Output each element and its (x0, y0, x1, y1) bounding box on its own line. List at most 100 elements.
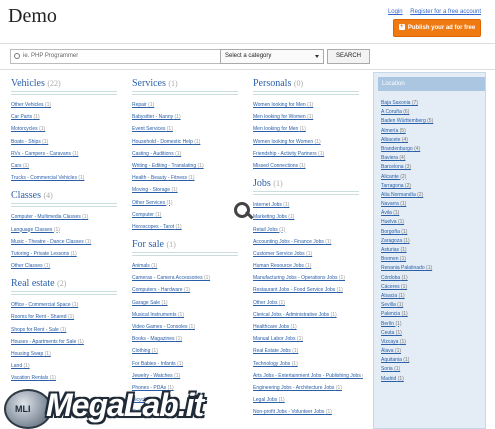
subcategory-link[interactable]: Boats - Ships (1) (11, 136, 121, 148)
subcategory-link[interactable]: Human Resource Jobs (1) (253, 260, 363, 272)
subcategory-link[interactable]: Moving - Storage (1) (132, 184, 242, 196)
subcategory-link[interactable]: Trucks - Commercial Vehicles (1) (11, 172, 121, 184)
subcategory-link[interactable]: For Babies - Infants (1) (132, 358, 242, 370)
subcategory-link[interactable]: Manufacturing Jobs - Operations Jobs (1) (253, 272, 363, 284)
location-item[interactable]: Alicante (2) (381, 173, 481, 182)
subcategory-link[interactable]: Other Vehicles (1) (11, 99, 121, 111)
subcategory-link[interactable]: Missed Connections (1) (253, 160, 363, 172)
subcategory-link[interactable]: Horoscopes - Tarot (1) (132, 221, 242, 233)
login-link[interactable]: Login (388, 9, 403, 15)
subcategory-link[interactable]: Non-profit Jobs - Volunteer Jobs (1) (253, 406, 363, 418)
subcategory-link[interactable]: Technology Jobs (1) (253, 358, 363, 370)
subcategory-link[interactable]: Household - Domestic Help (1) (132, 136, 242, 148)
subcategory-link[interactable]: Customer Service Jobs (1) (253, 248, 363, 260)
search-button[interactable]: SEARCH (327, 49, 370, 64)
location-item[interactable]: Álava (1) (381, 347, 481, 356)
subcategory-link[interactable]: Men looking for Women (1) (253, 111, 363, 123)
location-item[interactable]: Berlín (1) (381, 320, 481, 329)
subcategory-link[interactable]: Accounting Jobs - Finance Jobs (1) (253, 236, 363, 248)
location-item[interactable]: Renania Palatinado (1) (381, 264, 481, 273)
location-item[interactable]: Palencia (1) (381, 310, 481, 319)
subcategory-link[interactable]: Babysitter - Nanny (1) (132, 111, 242, 123)
location-item[interactable]: Huelva (1) (381, 218, 481, 227)
subcategory-link[interactable]: Jewelry - Watches (1) (132, 370, 242, 382)
location-item[interactable]: Baden Württemberg (5) (381, 117, 481, 126)
location-item[interactable]: Cáceres (1) (381, 283, 481, 292)
publish-ad-button[interactable]: + Publish your ad for free (393, 19, 481, 37)
subcategory-link[interactable]: Retail Jobs (1) (253, 224, 363, 236)
site-logo[interactable]: Demo (8, 5, 57, 28)
subcategory-link[interactable]: Computers - Hardware (1) (132, 284, 242, 296)
register-link[interactable]: Register for a free account (410, 9, 481, 15)
subcategory-link[interactable]: Event Services (1) (132, 123, 242, 135)
subcategory-link[interactable]: Cars (1) (11, 160, 121, 172)
location-item[interactable]: Almería (5) (381, 127, 481, 136)
subcategory-link[interactable]: Other Jobs (1) (253, 297, 363, 309)
subcategory-link[interactable]: Marketing Jobs (1) (253, 211, 363, 223)
subcategory-link[interactable]: Computer (1) (132, 209, 242, 221)
category-select[interactable]: Select a category (220, 49, 324, 64)
location-item[interactable]: Madrid (1) (381, 375, 481, 384)
location-item[interactable]: Bremen (1) (381, 255, 481, 264)
subcategory-link[interactable]: Motorcycles (1) (11, 123, 121, 135)
location-item[interactable]: Ceuta (1) (381, 329, 481, 338)
subcategory-link[interactable]: Language Classes (1) (11, 224, 121, 236)
subcategory-link[interactable]: Healthcare Jobs (1) (253, 321, 363, 333)
subcategory-link[interactable]: Clerical Jobs - Administrative Jobs (1) (253, 309, 363, 321)
location-item[interactable]: Navarra (1) (381, 200, 481, 209)
subcategory-link[interactable]: RVs - Campers - Caravans (1) (11, 148, 121, 160)
subcategory-link[interactable]: Other Services (1) (132, 197, 242, 209)
subcategory-link[interactable]: Health - Beauty - Fitness (1) (132, 172, 242, 184)
subcategory-link[interactable]: Legal Jobs (1) (253, 394, 363, 406)
subcategory-link[interactable]: Repair (1) (132, 99, 242, 111)
category-title[interactable]: Personals (0) (253, 78, 363, 89)
category-title[interactable]: For sale (1) (132, 239, 242, 250)
location-item[interactable]: Albacete (4) (381, 136, 481, 145)
subcategory-link[interactable]: Clothing (1) (132, 345, 242, 357)
subcategory-link[interactable]: Cameras - Camera Accessories (1) (132, 272, 242, 284)
subcategory-link[interactable]: Restaurant Jobs - Food Service Jobs (1) (253, 284, 363, 296)
location-item[interactable]: Vizcaya (1) (381, 338, 481, 347)
location-item[interactable]: Baja Saxonia (7) (381, 99, 481, 108)
subcategory-link[interactable]: Rooms for Rent - Shared (1) (11, 311, 121, 323)
subcategory-link[interactable]: Computer - Multimedia Classes (1) (11, 211, 121, 223)
category-title[interactable]: Jobs (1) (253, 178, 363, 189)
subcategory-link[interactable]: Women looking for Women (1) (253, 136, 363, 148)
location-item[interactable]: Baviera (4) (381, 154, 481, 163)
subcategory-link[interactable]: Land (1) (11, 360, 121, 372)
subcategory-link[interactable]: Manual Labor Jobs (1) (253, 333, 363, 345)
category-title[interactable]: Services (1) (132, 78, 242, 89)
subcategory-link[interactable]: Tutoring - Private Lessons (1) (11, 248, 121, 260)
location-item[interactable]: Barcelona (3) (381, 163, 481, 172)
subcategory-link[interactable]: Video Games - Consoles (1) (132, 321, 242, 333)
subcategory-link[interactable]: Vacation Rentals (1) (11, 372, 121, 384)
location-item[interactable]: Zaragoza (1) (381, 237, 481, 246)
subcategory-link[interactable]: Writing - Editing - Translating (1) (132, 160, 242, 172)
subcategory-link[interactable]: Garage Sale (1) (132, 297, 242, 309)
location-item[interactable]: Córdoba (1) (381, 274, 481, 283)
subcategory-link[interactable]: Engineering Jobs - Architecture Jobs (1) (253, 382, 363, 394)
category-title[interactable]: Vehicles (22) (11, 78, 121, 89)
location-item[interactable]: Alsacia (1) (381, 292, 481, 301)
subcategory-link[interactable]: Friendship - Activity Partners (1) (253, 148, 363, 160)
location-item[interactable]: Tarragona (2) (381, 182, 481, 191)
subcategory-link[interactable]: Other Classes (1) (11, 260, 121, 272)
subcategory-link[interactable]: Casting - Auditions (1) (132, 148, 242, 160)
subcategory-link[interactable]: Musical Instruments (1) (132, 309, 242, 321)
subcategory-link[interactable]: Houses - Apartments for Sale (1) (11, 336, 121, 348)
search-input[interactable]: ie. PHP Programmer (10, 49, 224, 64)
subcategory-link[interactable]: Car Parts (1) (11, 111, 121, 123)
location-item[interactable]: Soria (1) (381, 365, 481, 374)
location-item[interactable]: Brandenburgo (4) (381, 145, 481, 154)
location-item[interactable]: Ávila (1) (381, 209, 481, 218)
subcategory-link[interactable]: Music - Theatre - Dance Classes (1) (11, 236, 121, 248)
subcategory-link[interactable]: Internet Jobs (1) (253, 199, 363, 211)
subcategory-link[interactable]: Books - Magazines (1) (132, 333, 242, 345)
location-item[interactable]: Asturias (1) (381, 246, 481, 255)
subcategory-link[interactable]: Arts Jobs - Entertainment Jobs - Publish… (253, 370, 363, 382)
location-item[interactable]: Aquitania (1) (381, 356, 481, 365)
subcategory-link[interactable]: Office - Commercial Space (1) (11, 299, 121, 311)
subcategory-link[interactable]: Men looking for Men (1) (253, 123, 363, 135)
location-item[interactable]: A Coruña (6) (381, 108, 481, 117)
location-item[interactable]: Sevilla (1) (381, 301, 481, 310)
